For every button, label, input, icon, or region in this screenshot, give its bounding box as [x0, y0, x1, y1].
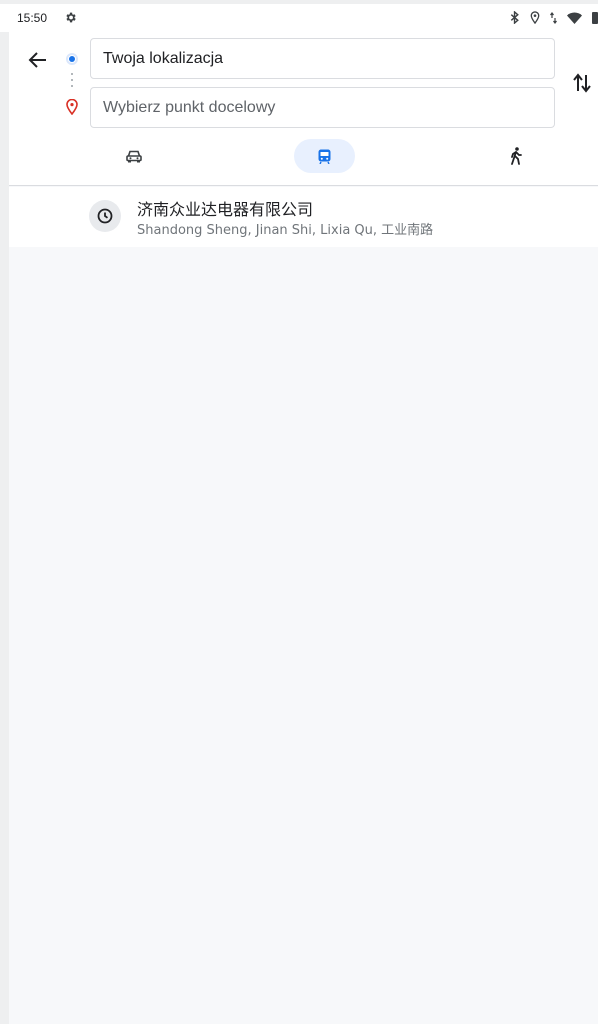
history-item-title: 济南众业达电器有限公司: [137, 200, 314, 219]
route-dots-icon: [71, 73, 73, 93]
status-time: 15:50: [17, 11, 48, 25]
wifi-icon: [567, 11, 582, 29]
status-bar: 15:50: [0, 4, 598, 32]
gear-icon: [64, 11, 77, 29]
location-icon: [530, 11, 540, 29]
car-icon: [126, 150, 142, 162]
destination-input-placeholder: Wybierz punkt docelowy: [103, 98, 276, 116]
swap-button[interactable]: [571, 70, 593, 96]
travel-modes: [9, 139, 598, 173]
destination-pin-icon: [66, 98, 78, 120]
history-item-subtitle: Shandong Sheng, Jinan Shi, Lixia Qu, 工业南…: [137, 223, 434, 238]
bluetooth-icon: [510, 10, 520, 29]
mode-car-tab[interactable]: [117, 139, 151, 173]
origin-dot-icon: [66, 53, 78, 65]
origin-input-value: Twoja lokalizacja: [103, 49, 224, 67]
mode-transit-tab[interactable]: [294, 139, 355, 173]
walking-icon: [511, 147, 522, 165]
history-clock-badge: [89, 200, 121, 232]
data-arrows-icon: [550, 11, 557, 29]
directions-header: Twoja lokalizacja Wybierz punkt docelowy: [9, 32, 598, 186]
back-arrow-icon: [28, 52, 46, 68]
swap-arrows-icon: [573, 73, 591, 93]
train-icon: [318, 149, 331, 164]
clock-icon: [97, 208, 113, 224]
back-button[interactable]: [26, 48, 50, 72]
origin-input[interactable]: Twoja lokalizacja: [90, 38, 555, 79]
history-list-item[interactable]: 济南众业达电器有限公司 Shandong Sheng, Jinan Shi, L…: [9, 187, 598, 247]
mode-walk-tab[interactable]: [499, 139, 533, 173]
destination-input[interactable]: Wybierz punkt docelowy: [90, 87, 555, 128]
battery-icon: [592, 11, 598, 29]
